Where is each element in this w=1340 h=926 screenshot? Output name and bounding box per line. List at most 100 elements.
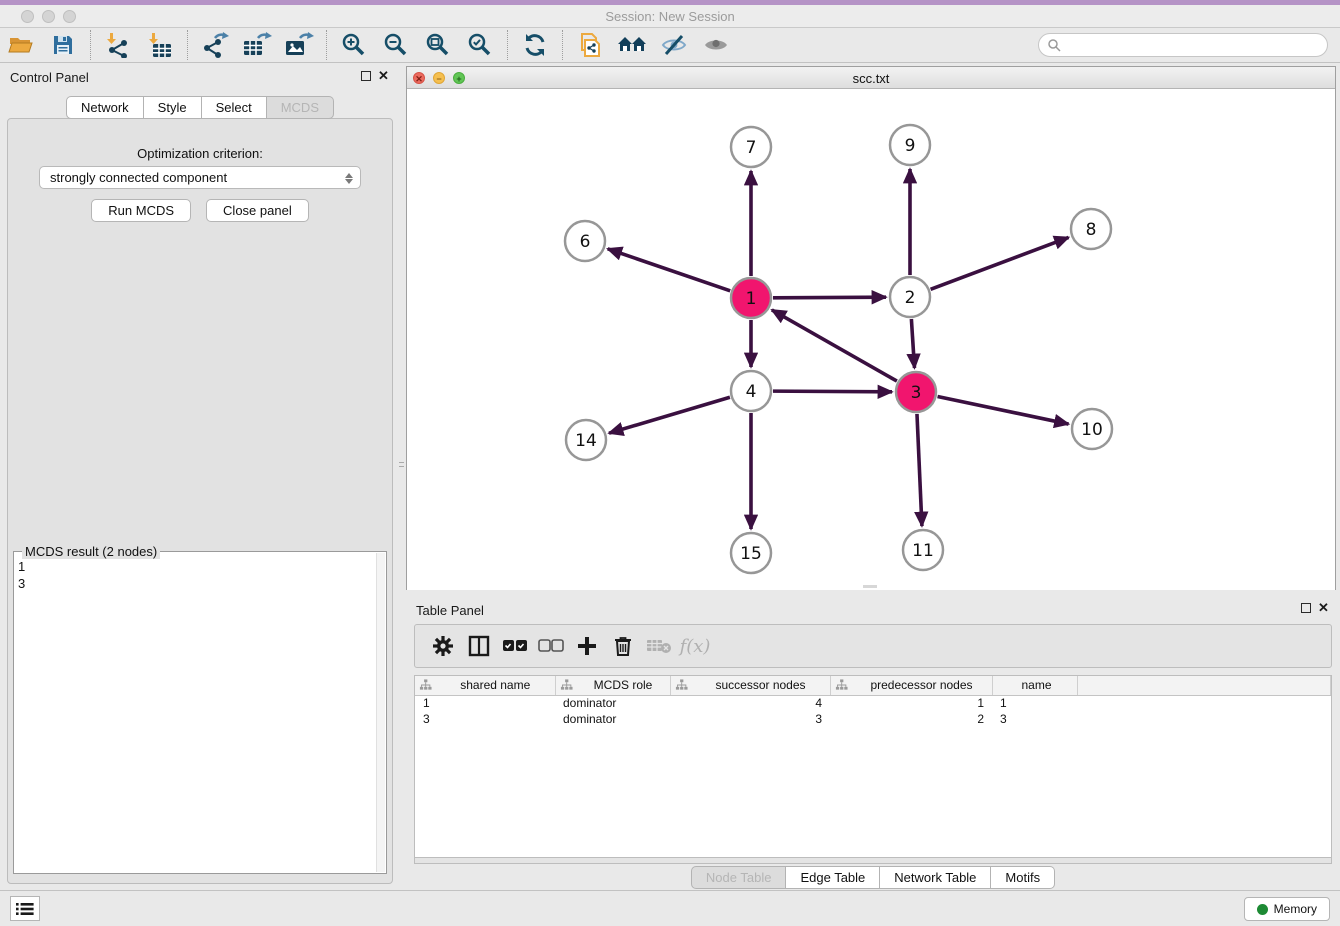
save-session-icon[interactable] (44, 30, 82, 60)
graph-node-4[interactable]: 4 (731, 371, 771, 411)
table-cell[interactable]: 1 (992, 695, 1077, 711)
search-input[interactable] (1061, 38, 1311, 52)
panel-splitter-handle[interactable] (399, 455, 404, 473)
memory-button[interactable]: Memory (1244, 897, 1330, 921)
table-cell[interactable]: 2 (830, 711, 992, 727)
run-mcds-button[interactable]: Run MCDS (91, 199, 191, 222)
graph-node-10[interactable]: 10 (1072, 409, 1112, 449)
table-row[interactable]: 1dominator411 (415, 695, 1331, 711)
criterion-dropdown[interactable]: strongly connected component (39, 166, 361, 189)
tab-motifs[interactable]: Motifs (991, 866, 1055, 889)
graph-node-6[interactable]: 6 (565, 221, 605, 261)
column-header-name[interactable]: name (992, 676, 1077, 695)
edge-3-10[interactable] (938, 397, 1069, 425)
tab-mcds[interactable]: MCDS (267, 96, 334, 119)
edge-4-14[interactable] (609, 397, 730, 433)
column-header-shared-name[interactable]: shared name (415, 676, 555, 695)
mcds-result-list[interactable]: 1 3 (18, 558, 372, 869)
float-table-panel-icon[interactable] (1301, 603, 1311, 613)
edge-2-3[interactable] (911, 319, 914, 368)
tab-style[interactable]: Style (144, 96, 202, 119)
edge-3-11[interactable] (917, 414, 922, 526)
toolbar-separator (187, 30, 188, 60)
function-builder-icon[interactable]: f(x) (677, 630, 713, 662)
node-label: 14 (575, 431, 597, 451)
tab-edge-table[interactable]: Edge Table (786, 866, 880, 889)
node-label: 15 (740, 544, 762, 564)
table-settings-icon[interactable] (425, 630, 461, 662)
export-network-icon[interactable] (196, 30, 234, 60)
tab-network-table[interactable]: Network Table (880, 866, 991, 889)
close-panel-button[interactable]: Close panel (206, 199, 309, 222)
edge-1-2[interactable] (773, 297, 886, 298)
export-table-icon[interactable] (238, 30, 276, 60)
import-table-icon[interactable] (141, 30, 179, 60)
network-window-titlebar[interactable]: ✕ − + scc.txt (407, 67, 1335, 89)
table-cell[interactable]: 1 (830, 695, 992, 711)
graph-node-7[interactable]: 7 (731, 127, 771, 167)
tab-node-table[interactable]: Node Table (691, 866, 787, 889)
mcds-result-title: MCDS result (2 nodes) (22, 544, 160, 559)
edge-2-8[interactable] (931, 237, 1069, 289)
edge-4-3[interactable] (773, 391, 892, 392)
column-header-successor-nodes[interactable]: successor nodes (670, 676, 830, 695)
column-header-predecessor-nodes[interactable]: predecessor nodes (830, 676, 992, 695)
node-label: 6 (580, 232, 591, 252)
search-box[interactable] (1038, 33, 1328, 57)
float-panel-icon[interactable] (361, 71, 371, 81)
graph-node-9[interactable]: 9 (890, 125, 930, 165)
delete-column-icon[interactable] (605, 630, 641, 662)
network-canvas[interactable]: 7 9 6 8 1 2 4 3 14 10 15 11 (407, 89, 1335, 590)
toolbar-separator (326, 30, 327, 60)
control-panel-header: Control Panel ✕ (0, 63, 400, 90)
zoom-selected-icon[interactable] (461, 30, 499, 60)
graph-node-8[interactable]: 8 (1071, 209, 1111, 249)
table-cell[interactable]: 3 (415, 711, 555, 727)
open-file-icon[interactable] (2, 30, 40, 60)
graph-node-15[interactable]: 15 (731, 533, 771, 573)
network-window-title: scc.txt (407, 71, 1335, 86)
home-first-neighbors-icon[interactable] (613, 30, 651, 60)
table-cell[interactable]: 3 (670, 711, 830, 727)
task-history-button[interactable] (10, 896, 40, 921)
dropdown-stepper-icon (342, 169, 356, 187)
table-cell[interactable]: 3 (992, 711, 1077, 727)
delete-table-icon[interactable] (641, 630, 677, 662)
select-all-icon[interactable] (497, 630, 533, 662)
refresh-layout-icon[interactable] (516, 30, 554, 60)
edge-3-1[interactable] (772, 310, 897, 381)
column-header-MCDS-role[interactable]: MCDS role (555, 676, 670, 695)
zoom-in-icon[interactable] (335, 30, 373, 60)
zoom-fit-icon[interactable] (419, 30, 457, 60)
result-scrollbar[interactable] (376, 553, 385, 872)
toggle-columns-icon[interactable] (461, 630, 497, 662)
graph-node-3[interactable]: 3 (896, 372, 936, 412)
deselect-all-icon[interactable] (533, 630, 569, 662)
table-cell[interactable]: 1 (415, 695, 555, 711)
table-cell[interactable]: dominator (555, 695, 670, 711)
edge-1-6[interactable] (608, 249, 730, 291)
close-table-panel-icon[interactable]: ✕ (1318, 600, 1329, 616)
graph-node-14[interactable]: 14 (566, 420, 606, 460)
hide-selected-icon[interactable] (655, 30, 693, 60)
close-panel-icon[interactable]: ✕ (378, 68, 389, 84)
show-all-icon[interactable] (697, 30, 735, 60)
graph-node-11[interactable]: 11 (903, 530, 943, 570)
export-image-icon[interactable] (280, 30, 318, 60)
zoom-out-icon[interactable] (377, 30, 415, 60)
tab-select[interactable]: Select (202, 96, 267, 119)
network-resize-grip[interactable] (863, 585, 877, 588)
table-cell[interactable]: 4 (670, 695, 830, 711)
table-panel-title: Table Panel (416, 603, 484, 618)
node-label: 2 (905, 288, 916, 308)
network-graph[interactable]: 7 9 6 8 1 2 4 3 14 10 15 11 (407, 89, 1335, 590)
table-cell[interactable]: dominator (555, 711, 670, 727)
add-column-icon[interactable] (569, 630, 605, 662)
import-network-icon[interactable] (99, 30, 137, 60)
tab-network[interactable]: Network (66, 96, 144, 119)
duplicate-network-icon[interactable] (571, 30, 609, 60)
table-row[interactable]: 3dominator323 (415, 711, 1331, 727)
node-table[interactable]: shared nameMCDS rolesuccessor nodesprede… (414, 675, 1332, 858)
graph-node-2[interactable]: 2 (890, 277, 930, 317)
graph-node-1[interactable]: 1 (731, 278, 771, 318)
